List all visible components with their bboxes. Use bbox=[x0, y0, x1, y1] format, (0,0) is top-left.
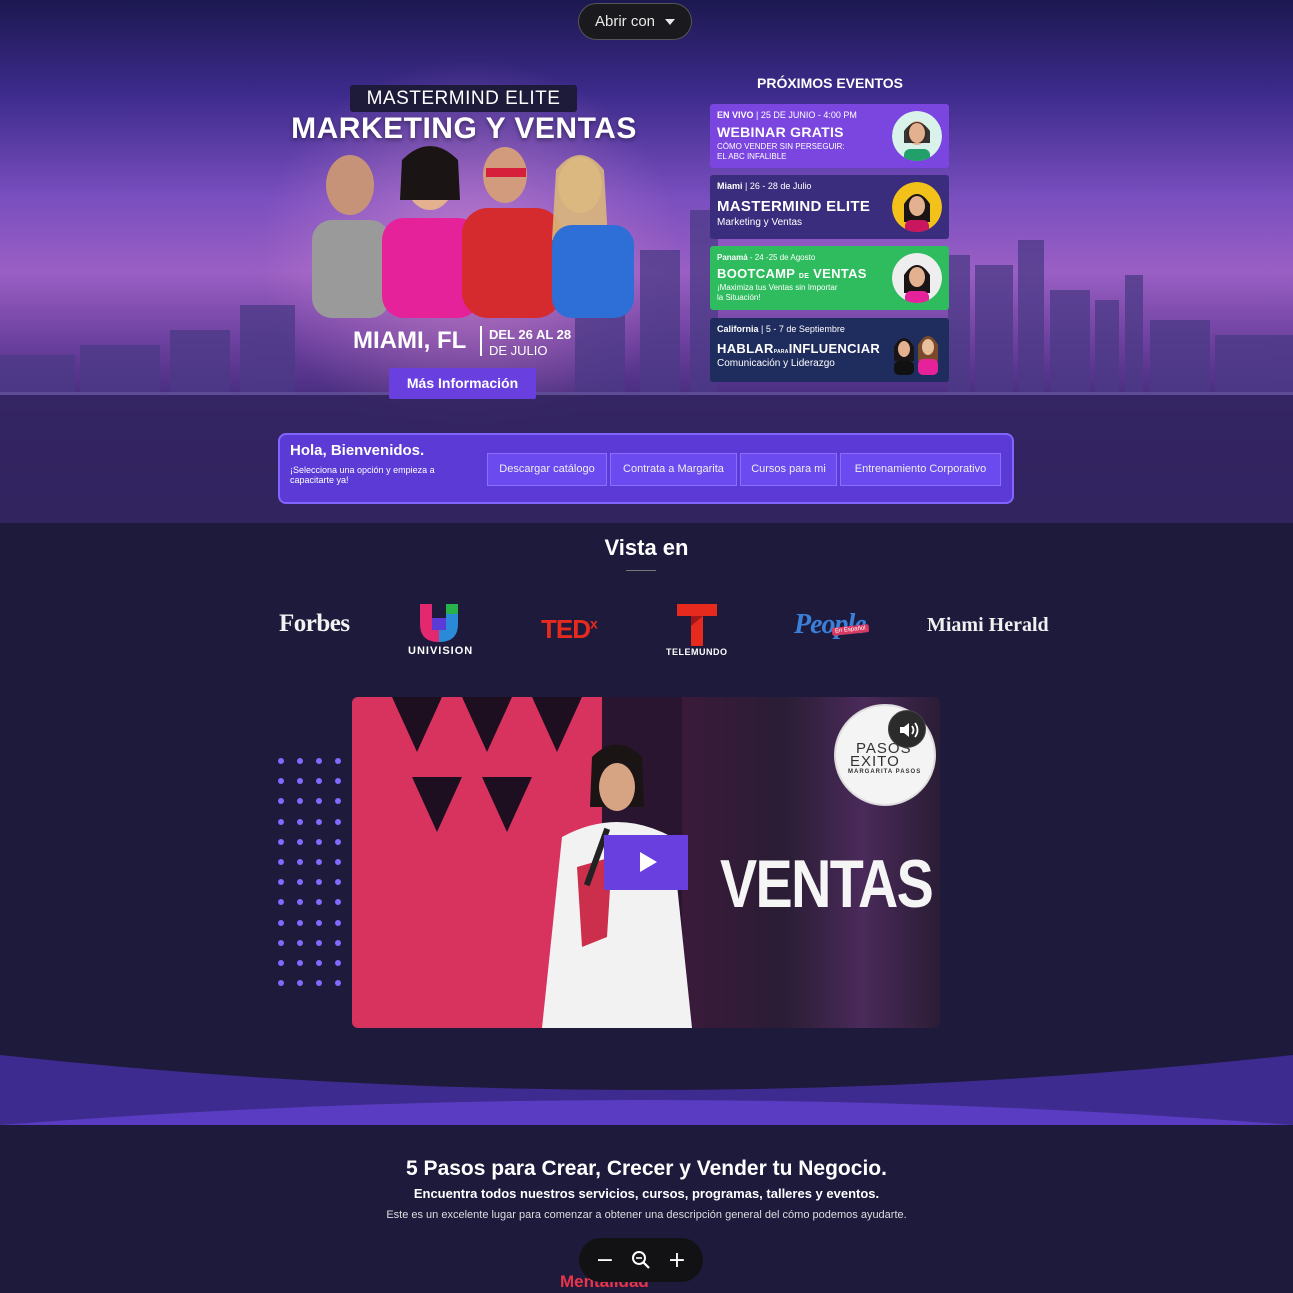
zoom-out-button[interactable]: − bbox=[591, 1246, 619, 1274]
event-date-line1: DEL 26 AL 28 bbox=[489, 327, 572, 342]
miami-herald-logo: Miami Herald bbox=[927, 614, 1049, 636]
press-heading-underline bbox=[626, 570, 656, 571]
more-info-button[interactable]: Más Información bbox=[389, 368, 536, 399]
event-pill: MASTERMIND ELITE bbox=[350, 85, 577, 112]
video-player[interactable]: VENTAS PASOS EXITO MARGARITA PASOS bbox=[352, 697, 940, 1028]
speakers-avatar bbox=[894, 336, 938, 375]
courses-for-me-button[interactable]: Cursos para mi bbox=[740, 453, 837, 486]
video-overlay-text: VENTAS bbox=[720, 846, 934, 922]
hero-banner: Abrir con MASTERMIND ELITE MARKETING Y V… bbox=[0, 0, 1293, 523]
badge-line2: EXITO bbox=[850, 753, 900, 770]
event-card-hablar[interactable]: California | 5 - 7 de Septiembre HABLARP… bbox=[710, 318, 949, 382]
chevron-down-icon bbox=[665, 18, 676, 25]
event-card-webinar[interactable]: EN VIVO | 25 DE JUNIO - 4:00 PM WEBINAR … bbox=[710, 104, 949, 168]
event-city: MIAMI, FL bbox=[353, 327, 467, 354]
upcoming-events-heading: PRÓXIMOS EVENTOS bbox=[757, 75, 903, 91]
decorative-dots bbox=[278, 758, 342, 988]
steps-title: 5 Pasos para Crear, Crecer y Vender tu N… bbox=[406, 1157, 887, 1180]
welcome-greeting: Hola, Bienvenidos. bbox=[290, 442, 425, 459]
open-with-label: Abrir con bbox=[594, 13, 656, 30]
speaker-avatar bbox=[892, 111, 942, 161]
open-with-button[interactable]: Abrir con bbox=[578, 3, 692, 40]
event-card-bootcamp[interactable]: Panamá - 24 -25 de Agosto BOOTCAMP DE VE… bbox=[710, 246, 949, 310]
badge-line3: MARGARITA PASOS bbox=[848, 769, 922, 775]
welcome-prompt: ¡Selecciona una opción y empieza a capac… bbox=[290, 465, 435, 485]
steps-subtitle: Encuentra todos nuestros servicios, curs… bbox=[413, 1186, 880, 1201]
steps-description: Este es un excelente lugar para comenzar… bbox=[386, 1209, 907, 1221]
welcome-panel: Hola, Bienvenidos. ¡Selecciona una opció… bbox=[278, 433, 1014, 504]
zoom-search-icon[interactable] bbox=[627, 1246, 655, 1274]
event-date-line2: DE JULIO bbox=[489, 343, 548, 358]
telemundo-logo-text: TELEMUNDO bbox=[666, 647, 728, 657]
event-card-mastermind[interactable]: Miami | 26 - 28 de Julio MASTERMIND ELIT… bbox=[710, 175, 949, 239]
zoom-in-button[interactable]: + bbox=[663, 1246, 691, 1274]
zoom-toolbar: − + bbox=[579, 1238, 703, 1282]
forbes-logo: Forbes bbox=[279, 610, 350, 637]
corporate-training-button[interactable]: Entrenamiento Corporativo bbox=[840, 453, 1001, 486]
section-wave-divider bbox=[0, 1055, 1293, 1125]
tedx-logo: TEDx bbox=[541, 614, 598, 644]
univision-logo-text: UNIVISION bbox=[408, 645, 474, 657]
volume-icon[interactable] bbox=[888, 710, 926, 748]
hire-margarita-button[interactable]: Contrata a Margarita bbox=[610, 453, 737, 486]
univision-logo-icon bbox=[420, 604, 458, 642]
press-heading: Vista en bbox=[604, 535, 689, 560]
speaker-avatar bbox=[892, 182, 942, 232]
date-divider bbox=[480, 326, 482, 356]
telemundo-logo-icon bbox=[677, 604, 717, 646]
download-catalog-button[interactable]: Descargar catálogo bbox=[487, 453, 607, 486]
speaker-avatar bbox=[892, 253, 942, 303]
speakers-photo bbox=[312, 146, 634, 318]
play-icon[interactable] bbox=[604, 835, 688, 890]
